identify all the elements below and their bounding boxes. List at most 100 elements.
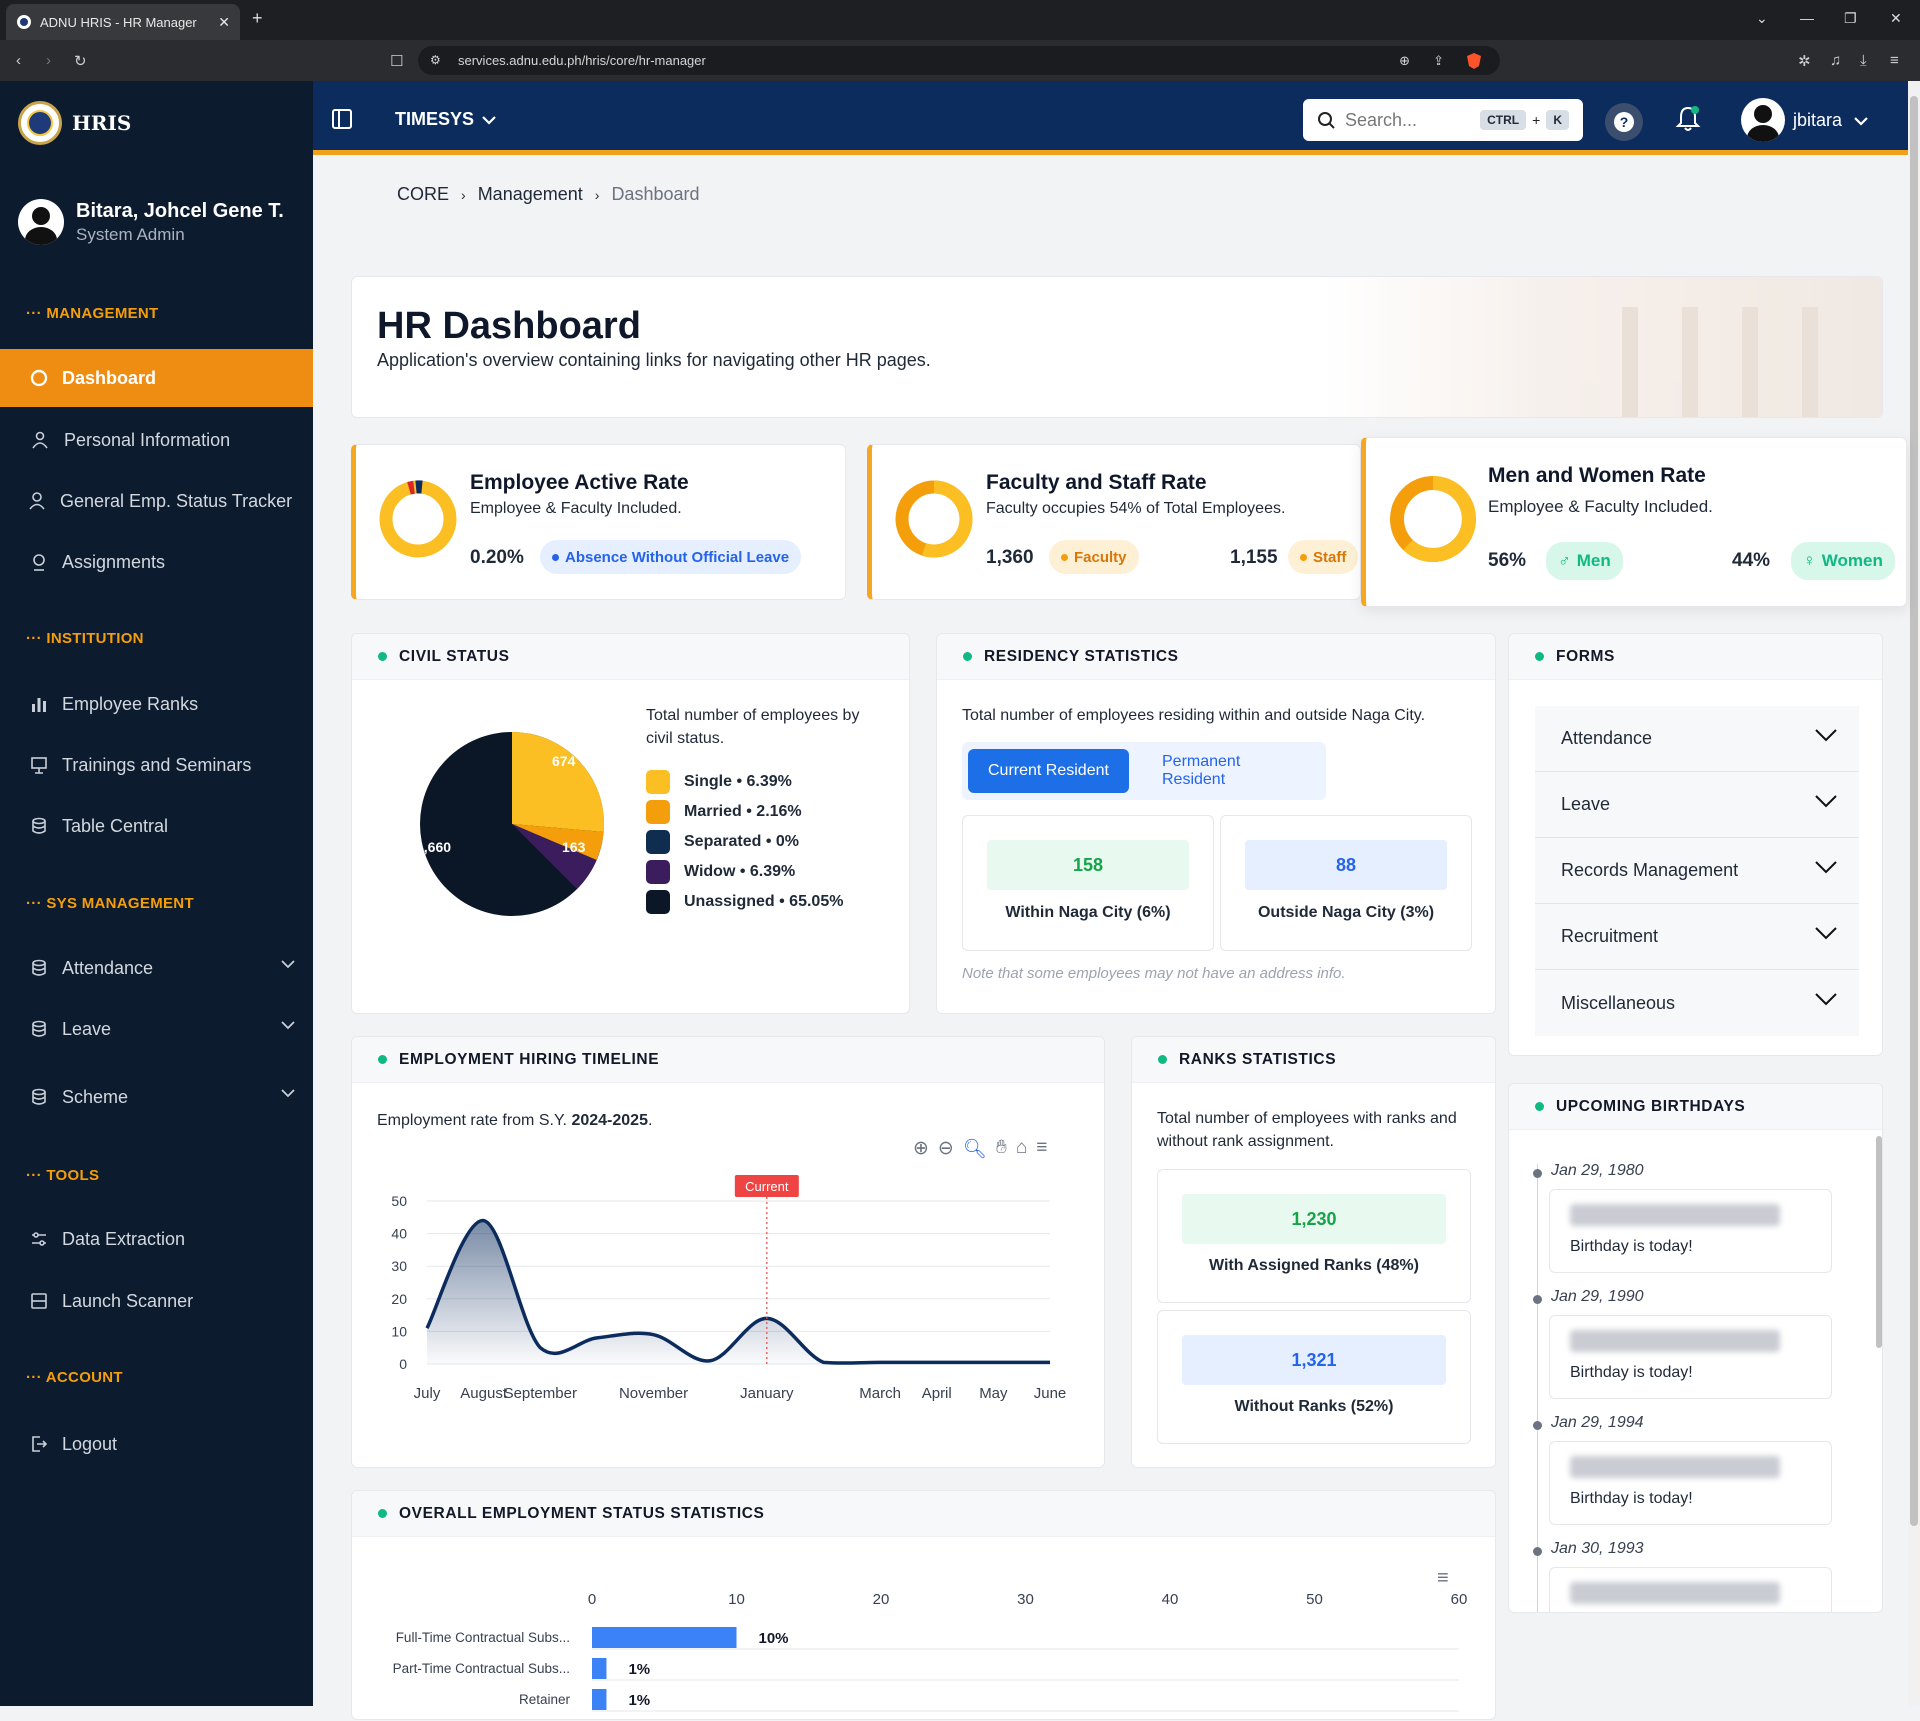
bar-value-label: 1% [628, 1692, 650, 1709]
faculty-staff-donut [895, 480, 973, 558]
awol-label: Absence Without Official Leave [565, 548, 790, 566]
birthday-card[interactable]: Birthday is today! [1549, 1315, 1832, 1399]
sidebar-item-leave[interactable]: Leave [0, 1000, 313, 1058]
sidebar-item-employee-ranks[interactable]: Employee Ranks [0, 675, 313, 733]
page-scrollbar-thumb[interactable] [1910, 96, 1918, 1526]
sidebar-item-attendance[interactable]: Attendance [0, 939, 313, 997]
legend-item[interactable]: Married • 2.16% [646, 797, 843, 827]
breadcrumb-core[interactable]: CORE [397, 184, 449, 205]
tab-list-icon[interactable]: ⌄ [1756, 10, 1768, 27]
sidebar-item-logout[interactable]: Logout [0, 1415, 313, 1473]
card-title: Faculty and Staff Rate [986, 471, 1207, 494]
status-dot-icon [963, 652, 972, 661]
legend-swatch [646, 890, 670, 914]
legend-item[interactable]: Single • 6.39% [646, 767, 843, 797]
sidebar-item-scheme[interactable]: Scheme [0, 1068, 313, 1126]
accordion-label: Recruitment [1561, 926, 1659, 946]
sidebar-item-label: Trainings and Seminars [62, 754, 252, 775]
sidebar-item-launch-scanner[interactable]: Launch Scanner [0, 1272, 313, 1330]
new-tab-icon[interactable]: + [252, 8, 263, 29]
x-tick-label: 20 [873, 1591, 890, 1608]
tab-permanent-resident[interactable]: Permanent Resident [1142, 749, 1326, 793]
with-ranks-value: 1,230 [1182, 1194, 1446, 1244]
user-avatar[interactable] [1741, 98, 1785, 142]
close-tab-icon[interactable]: ✕ [218, 14, 230, 31]
forms-records-management[interactable]: Records Management [1535, 838, 1859, 904]
menu-icon[interactable]: ≡ [1890, 52, 1899, 69]
legend-item[interactable]: Widow • 6.39% [646, 857, 843, 887]
category-label: Retainer [519, 1692, 571, 1707]
women-label: Women [1821, 551, 1883, 570]
help-button[interactable]: ? [1605, 103, 1643, 141]
database-icon [32, 1088, 46, 1105]
chevron-down-icon [1815, 729, 1837, 742]
sidebar-item-trainings[interactable]: Trainings and Seminars [0, 736, 313, 794]
redacted-name [1570, 1330, 1780, 1352]
media-icon[interactable]: ♫ [1830, 52, 1841, 69]
minimize-icon[interactable]: — [1800, 10, 1814, 26]
timeline-dot-icon [1533, 1547, 1542, 1556]
sidebar-item-data-extraction[interactable]: Data Extraction [0, 1210, 313, 1268]
browser-tab[interactable]: ADNU HRIS - HR Manager ✕ [6, 4, 240, 40]
section-account: ··· ACCOUNT [26, 1369, 123, 1386]
male-icon: ♂ [1558, 551, 1571, 570]
card-subtitle: Employee & Faculty Included. [470, 500, 682, 517]
birthday-card[interactable] [1549, 1567, 1832, 1612]
birthday-card[interactable]: Birthday is today! [1549, 1189, 1832, 1273]
forms-recruitment[interactable]: Recruitment [1535, 904, 1859, 970]
forms-leave[interactable]: Leave [1535, 772, 1859, 838]
birthdays-scrollbar[interactable] [1876, 1136, 1882, 1348]
breadcrumb-management[interactable]: Management [478, 184, 583, 205]
extensions-icon[interactable]: ✲ [1798, 52, 1811, 70]
building-watermark [1322, 277, 1882, 417]
status-dot-icon [378, 1055, 387, 1064]
faculty-staff-rate-card: Faculty and Staff Rate Faculty occupies … [867, 444, 1361, 600]
site-settings-icon[interactable]: ⚙ [430, 46, 441, 75]
circle-icon [30, 369, 48, 387]
forms-miscellaneous[interactable]: Miscellaneous [1535, 970, 1859, 1036]
panel-title: UPCOMING BIRTHDAYS [1556, 1097, 1746, 1115]
birthday-date: Jan 30, 1993 [1551, 1540, 1644, 1557]
svg-text:?: ? [1620, 114, 1629, 130]
reload-icon[interactable]: ↻ [74, 52, 87, 70]
bookmark-icon[interactable]: ☐ [390, 52, 403, 70]
breadcrumb-current: Dashboard [611, 184, 700, 204]
back-icon[interactable]: ‹ [16, 52, 21, 69]
address-bar-row: ‹ › ↻ ☐ ⚙ services.adnu.edu.ph/hris/core… [0, 40, 1920, 81]
app-switcher[interactable]: TIMESYS [395, 109, 496, 130]
close-window-icon[interactable]: ✕ [1890, 10, 1902, 27]
sidebar-toggle-icon[interactable] [332, 109, 352, 129]
status-dot-icon [1535, 652, 1544, 661]
download-icon[interactable]: ⤓ [1860, 52, 1867, 69]
url-field[interactable]: ⚙ services.adnu.edu.ph/hris/core/hr-mana… [418, 46, 1500, 75]
panel-header: FORMS [1509, 634, 1882, 680]
x-tick-label: March [859, 1385, 901, 1402]
x-tick-label: July [414, 1385, 441, 1402]
chevron-down-icon [1815, 861, 1837, 874]
birthday-card[interactable]: Birthday is today! [1549, 1441, 1832, 1525]
zoom-icon[interactable]: ⊕ [1399, 46, 1410, 75]
legend-item[interactable]: Unassigned • 65.05% [646, 887, 843, 917]
forward-icon[interactable]: › [46, 52, 51, 69]
sidebar-item-dashboard[interactable]: Dashboard [0, 349, 313, 407]
sidebar-item-assignments[interactable]: Assignments [0, 533, 313, 591]
sidebar-item-table-central[interactable]: Table Central [0, 797, 313, 855]
forms-attendance[interactable]: Attendance [1535, 706, 1859, 772]
brand[interactable]: HRIS [18, 101, 131, 145]
notification-bell-icon[interactable] [1675, 105, 1701, 133]
with-ranks-box: 1,230 With Assigned Ranks (48%) [1157, 1169, 1471, 1303]
sidebar-item-personal-information[interactable]: Personal Information [0, 411, 313, 469]
birthdays-panel: UPCOMING BIRTHDAYS Jan 29, 1980 Birthday… [1508, 1083, 1883, 1613]
x-tick-label: November [619, 1385, 688, 1402]
tab-current-resident[interactable]: Current Resident [968, 749, 1129, 793]
page-title: HR Dashboard [377, 305, 641, 347]
outside-naga-box: 88 Outside Naga City (3%) [1220, 815, 1472, 951]
legend-item[interactable]: Separated • 0% [646, 827, 843, 857]
user-menu[interactable]: jbitara [1793, 110, 1868, 131]
search-input[interactable]: Search... CTRL + K [1303, 99, 1583, 141]
employment-status-bar-chart: 0 10 20 30 40 50 60 Full-Time Contractual Subs.… [393, 1591, 1467, 1712]
brave-shield-icon[interactable] [1466, 52, 1482, 70]
share-icon[interactable]: ⇪ [1433, 46, 1444, 75]
sidebar-item-status-tracker[interactable]: General Emp. Status Tracker [0, 472, 313, 530]
restore-icon[interactable]: ❐ [1844, 10, 1857, 27]
